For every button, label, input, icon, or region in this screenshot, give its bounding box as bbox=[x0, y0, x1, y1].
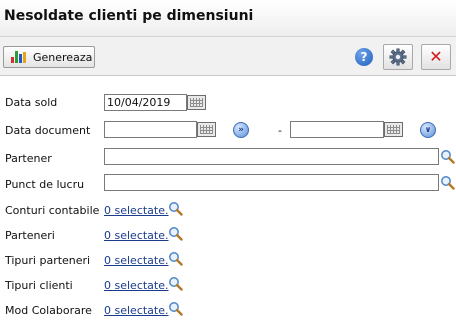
data-sold-label: Data sold bbox=[5, 96, 58, 109]
punct-de-lucru-label: Punct de lucru bbox=[5, 178, 85, 191]
data-sold-input[interactable]: 10/04/2019 bbox=[104, 94, 187, 111]
title-bar: Nesoldate clienti pe dimensiuni bbox=[0, 0, 456, 37]
punct-de-lucru-search-icon[interactable] bbox=[440, 175, 455, 190]
tipuri-parteneri-link[interactable]: 0 selectate. bbox=[104, 254, 169, 267]
toolbar: Genereaza ? ✕ bbox=[0, 37, 456, 76]
tipuri-clienti-search-icon[interactable] bbox=[168, 276, 183, 291]
data-document-to-input[interactable] bbox=[290, 121, 384, 138]
partener-search-icon[interactable] bbox=[440, 149, 455, 164]
parteneri-label: Parteneri bbox=[5, 229, 55, 242]
tipuri-parteneri-search-icon[interactable] bbox=[168, 251, 183, 266]
mod-colaborare-label: Mod Colaborare bbox=[5, 304, 92, 317]
data-document-from-calendar-icon[interactable] bbox=[197, 122, 216, 137]
tipuri-clienti-label: Tipuri clienti bbox=[5, 279, 73, 292]
gear-icon bbox=[389, 48, 407, 66]
data-sold-calendar-icon[interactable] bbox=[187, 95, 206, 110]
conturi-contabile-link[interactable]: 0 selectate. bbox=[104, 204, 169, 217]
settings-button[interactable] bbox=[383, 44, 413, 70]
data-document-from-input[interactable] bbox=[104, 121, 197, 138]
mod-colaborare-search-icon[interactable] bbox=[168, 301, 183, 316]
conturi-contabile-label: Conturi contabile bbox=[5, 204, 100, 217]
close-button[interactable]: ✕ bbox=[421, 44, 451, 70]
data-document-to-calendar-icon[interactable] bbox=[384, 122, 403, 137]
report-form: Data sold 10/04/2019 Data document » - ∨… bbox=[0, 76, 456, 329]
help-icon[interactable]: ? bbox=[355, 48, 373, 66]
parteneri-link[interactable]: 0 selectate. bbox=[104, 229, 169, 242]
parteneri-search-icon[interactable] bbox=[168, 226, 183, 241]
chart-icon bbox=[11, 51, 27, 63]
tipuri-clienti-link[interactable]: 0 selectate. bbox=[104, 279, 169, 292]
generate-label: Genereaza bbox=[33, 50, 93, 64]
generate-button[interactable]: Genereaza bbox=[3, 46, 95, 68]
date-range-separator: - bbox=[278, 124, 282, 137]
data-document-label: Data document bbox=[5, 124, 91, 137]
copy-date-right-icon[interactable]: » bbox=[233, 122, 249, 138]
expand-down-icon[interactable]: ∨ bbox=[420, 122, 436, 138]
conturi-contabile-search-icon[interactable] bbox=[168, 201, 183, 216]
punct-de-lucru-input[interactable] bbox=[104, 174, 439, 191]
close-icon: ✕ bbox=[429, 47, 443, 66]
mod-colaborare-link[interactable]: 0 selectate. bbox=[104, 304, 169, 317]
partener-input[interactable] bbox=[104, 148, 439, 165]
partener-label: Partener bbox=[5, 152, 52, 165]
page-title: Nesoldate clienti pe dimensiuni bbox=[4, 8, 254, 24]
tipuri-parteneri-label: Tipuri parteneri bbox=[5, 254, 91, 267]
